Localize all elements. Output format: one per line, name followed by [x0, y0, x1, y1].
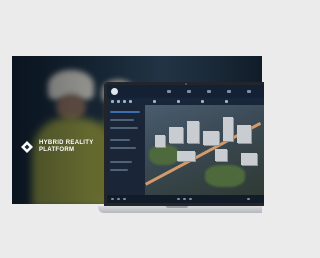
sidebar-item[interactable]	[110, 119, 134, 121]
sidebar-item[interactable]	[110, 127, 138, 129]
menu-icon[interactable]	[187, 90, 191, 93]
building	[169, 127, 183, 143]
tool-icon[interactable]	[129, 100, 132, 103]
sidebar-item[interactable]	[110, 139, 130, 141]
brand-lockup: HYBRID REALITY PLATFORM	[21, 140, 94, 154]
app-header	[107, 85, 264, 99]
status-icon[interactable]	[177, 198, 180, 200]
tool-icon[interactable]	[201, 100, 204, 103]
status-icon[interactable]	[111, 198, 114, 200]
app-logo-icon	[111, 88, 118, 95]
status-icon[interactable]	[183, 198, 186, 200]
user-icon[interactable]	[247, 90, 251, 93]
building	[241, 153, 257, 165]
status-icon[interactable]	[247, 198, 250, 200]
building	[237, 125, 251, 143]
app-window	[107, 85, 264, 203]
status-icon[interactable]	[117, 198, 120, 200]
sidebar-item[interactable]	[110, 147, 136, 149]
tool-icon[interactable]	[225, 100, 228, 103]
app-toolbar	[107, 98, 264, 105]
brand-line-2: PLATFORM	[39, 147, 75, 153]
tool-icon[interactable]	[111, 100, 114, 103]
building	[177, 151, 195, 161]
sidebar-item[interactable]	[110, 111, 140, 113]
building	[223, 117, 233, 141]
tool-icon[interactable]	[123, 100, 126, 103]
status-icon[interactable]	[123, 198, 126, 200]
building	[203, 131, 219, 145]
3d-city-viewport[interactable]	[145, 105, 264, 195]
menu-icon[interactable]	[167, 90, 171, 93]
app-sidebar	[107, 105, 146, 195]
sidebar-item[interactable]	[110, 161, 132, 163]
menu-icon[interactable]	[227, 90, 231, 93]
brand-line-1: HYBRID REALITY	[39, 140, 94, 146]
building	[187, 121, 199, 143]
laptop-screen	[104, 82, 264, 206]
sidebar-item[interactable]	[110, 169, 128, 171]
brand-name: HYBRID REALITY PLATFORM	[39, 140, 94, 154]
building	[215, 149, 227, 161]
tool-icon[interactable]	[117, 100, 120, 103]
diamond-logo-icon	[21, 141, 33, 153]
tool-icon[interactable]	[153, 100, 156, 103]
status-icon[interactable]	[189, 198, 192, 200]
app-status-bar	[107, 195, 264, 203]
greenery	[149, 145, 179, 165]
building	[155, 135, 165, 147]
laptop-notch	[166, 206, 188, 208]
menu-icon[interactable]	[207, 90, 211, 93]
laptop-base	[98, 206, 262, 213]
tool-icon[interactable]	[177, 100, 180, 103]
greenery	[205, 165, 245, 187]
